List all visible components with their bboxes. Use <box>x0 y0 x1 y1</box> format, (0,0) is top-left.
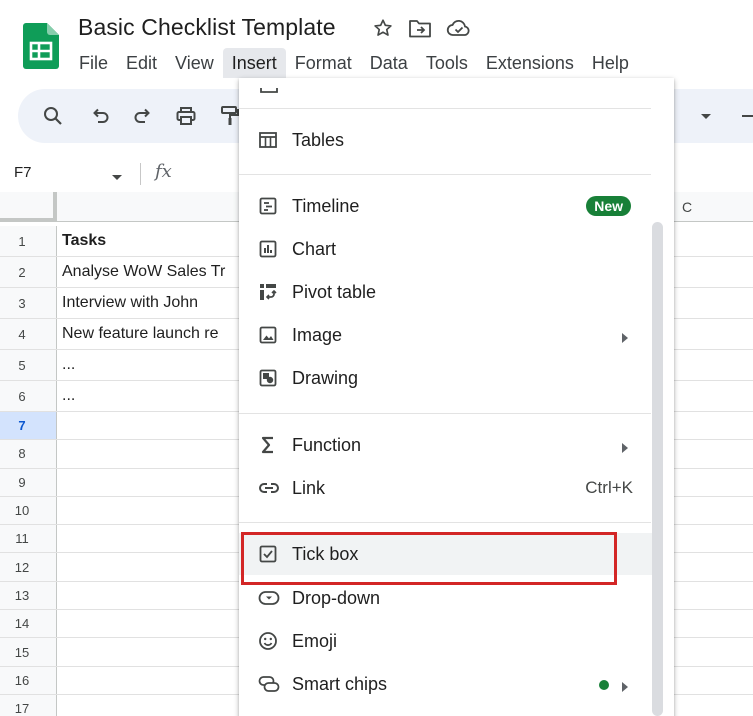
menu-item-label: Chart <box>292 238 337 259</box>
paint-format-icon[interactable] <box>219 105 241 127</box>
search-icon[interactable] <box>42 105 64 127</box>
name-box-caret-icon[interactable] <box>111 169 123 187</box>
cell-a3[interactable]: Interview with John <box>62 288 198 318</box>
menu-item-pivot-table[interactable]: Pivot table <box>239 271 659 313</box>
menu-item-function[interactable]: Function <box>239 424 659 466</box>
shortcut-label: Ctrl+K <box>585 478 633 497</box>
pivot-table-icon <box>258 282 278 302</box>
submenu-arrow-icon <box>621 440 629 458</box>
menu-item-smart-chips[interactable]: Smart chips <box>239 663 659 705</box>
cloud-status-icon[interactable] <box>446 18 472 38</box>
menu-item-chart[interactable]: Chart <box>239 228 659 270</box>
menu-format[interactable]: Format <box>286 48 361 78</box>
column-header-c[interactable]: C <box>682 199 692 215</box>
menu-item-drawing[interactable]: Drawing <box>239 357 659 399</box>
row-number[interactable]: 2 <box>0 257 57 287</box>
row-number[interactable]: 9 <box>0 468 57 496</box>
row-number[interactable]: 11 <box>0 525 57 553</box>
menu-view[interactable]: View <box>166 48 223 78</box>
sigma-icon <box>258 435 278 455</box>
menu-item-label: Link <box>292 477 326 498</box>
menu-item-label: Emoji <box>292 630 338 651</box>
timeline-icon <box>258 196 278 216</box>
fx-icon: fx <box>155 161 172 182</box>
menu-item-emoji[interactable]: Emoji <box>239 620 659 662</box>
submenu-arrow-icon <box>621 330 629 348</box>
menu-help[interactable]: Help <box>583 48 638 78</box>
menu-divider <box>239 108 651 109</box>
tick-box-highlight <box>241 532 617 585</box>
row-number[interactable]: 16 <box>0 666 57 694</box>
row-number[interactable]: 4 <box>0 319 57 349</box>
menu-item-label: Tables <box>292 129 345 150</box>
menu-item-label: Smart chips <box>292 673 388 694</box>
document-title[interactable]: Basic Checklist Template <box>78 14 336 41</box>
row-number[interactable]: 10 <box>0 496 57 525</box>
move-folder-icon[interactable] <box>408 17 432 39</box>
undo-icon[interactable] <box>89 105 111 127</box>
row-number[interactable]: 5 <box>0 350 57 380</box>
menu-item-timeline[interactable]: Timeline New <box>239 185 659 227</box>
print-icon[interactable] <box>175 105 197 127</box>
menu-item-tables[interactable]: Tables <box>239 119 659 161</box>
table-icon <box>258 130 278 150</box>
star-icon[interactable] <box>372 17 394 39</box>
cell-a1[interactable]: Tasks <box>62 226 106 256</box>
menu-tools[interactable]: Tools <box>417 48 477 78</box>
redo-icon[interactable] <box>132 105 154 127</box>
row-number[interactable]: 17 <box>0 694 57 716</box>
row-number[interactable]: 14 <box>0 610 57 638</box>
menu-item-label: Drop-down <box>292 587 381 608</box>
menu-item-label: Drawing <box>292 367 359 388</box>
menu-item-link[interactable]: Link Ctrl+K <box>239 467 659 509</box>
sheets-logo-icon[interactable] <box>23 23 59 69</box>
menu-divider <box>239 174 651 175</box>
row-number[interactable]: 3 <box>0 288 57 318</box>
row-number[interactable]: 13 <box>0 581 57 610</box>
cell-a4[interactable]: New feature launch re <box>62 319 219 349</box>
image-icon <box>258 325 278 345</box>
decrease-font-icon[interactable] <box>738 105 753 127</box>
cells-icon[interactable] <box>260 81 278 99</box>
menu-file[interactable]: File <box>70 48 117 78</box>
menubar: File Edit View Insert Format Data Tools … <box>70 48 638 78</box>
menu-data[interactable]: Data <box>361 48 417 78</box>
menu-item-label: Function <box>292 434 362 455</box>
cell-a5[interactable]: ... <box>62 350 75 380</box>
row-number[interactable]: 12 <box>0 553 57 581</box>
menu-extensions[interactable]: Extensions <box>477 48 583 78</box>
chart-icon <box>258 239 278 259</box>
smart-chips-icon <box>258 674 280 694</box>
menu-divider <box>239 413 651 414</box>
menu-divider <box>239 522 651 523</box>
submenu-arrow-icon <box>621 679 629 697</box>
new-feature-dot <box>599 680 609 690</box>
drawing-icon <box>258 368 278 388</box>
cell-a2[interactable]: Analyse WoW Sales Tr <box>62 257 225 287</box>
link-icon <box>258 478 279 498</box>
font-size-caret-icon[interactable] <box>695 105 717 127</box>
row-number[interactable]: 8 <box>0 440 57 468</box>
insert-menu: Tables Timeline New Chart Pivot table Im… <box>239 78 674 716</box>
formula-bar-divider <box>140 163 141 185</box>
cell-a6[interactable]: ... <box>62 381 75 411</box>
row-number[interactable]: 6 <box>0 381 57 411</box>
menu-edit[interactable]: Edit <box>117 48 166 78</box>
select-all-corner[interactable] <box>0 192 57 222</box>
row-number[interactable]: 1 <box>0 226 57 256</box>
menu-scrollbar[interactable] <box>652 222 663 716</box>
emoji-icon <box>258 631 278 651</box>
menu-insert[interactable]: Insert <box>222 48 286 78</box>
menu-item-label: Pivot table <box>292 281 377 302</box>
menu-item-image[interactable]: Image <box>239 314 659 356</box>
row-number-selected[interactable]: 7 <box>0 412 57 440</box>
name-box[interactable]: F7 <box>14 164 32 181</box>
dropdown-chip-icon <box>258 588 280 608</box>
new-badge: New <box>586 196 631 216</box>
row-number[interactable]: 15 <box>0 638 57 666</box>
menu-item-label: Image <box>292 324 343 345</box>
menu-item-label: Timeline <box>292 195 360 216</box>
